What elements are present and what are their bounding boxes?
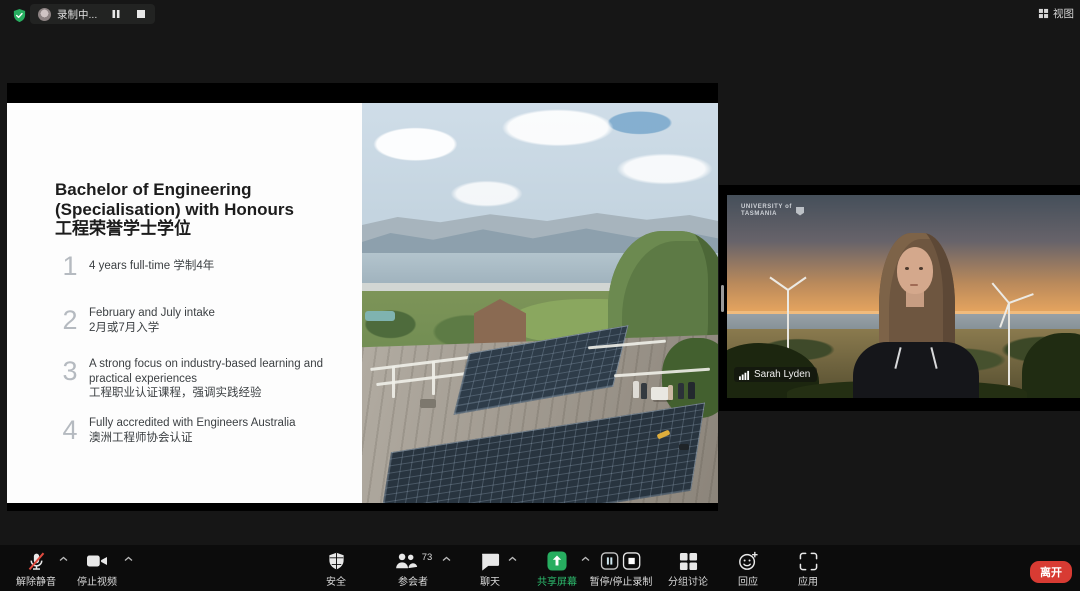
apps-brackets-icon [799, 552, 818, 571]
view-label: 视图 [1053, 6, 1074, 21]
shared-screen: Bachelor of Engineering (Specialisation)… [7, 83, 718, 511]
item-number: 3 [55, 357, 85, 401]
zoom-meeting-window: 录制中... 视图 Bachelor of Engineering (Speci… [0, 0, 1080, 591]
stop-video-button[interactable]: 停止视频 [77, 551, 117, 588]
breakout-rooms-button[interactable]: 分组讨论 [668, 551, 708, 588]
photo-person [678, 383, 684, 399]
participant-face [897, 247, 933, 294]
smiley-plus-icon [738, 551, 758, 571]
photo-person [688, 382, 695, 399]
participants-count: 73 [422, 552, 433, 563]
chat-bubble-icon [480, 552, 501, 571]
pause-stop-recording-button[interactable]: 暂停/停止录制 [590, 551, 653, 588]
slide-title-line1: Bachelor of Engineering [55, 180, 294, 200]
photo-roof-vent [420, 399, 436, 408]
view-button[interactable]: 视图 [1034, 5, 1078, 22]
stop-record-icon [623, 552, 641, 570]
audio-level-bars-icon [739, 370, 750, 380]
participants-button[interactable]: 73 参会者 [394, 551, 433, 588]
chat-button[interactable]: 聊天 [480, 551, 501, 588]
photo-pool [365, 311, 395, 321]
meeting-toolbar: 解除静音 停止视频 安全 [0, 545, 1080, 591]
item-number: 4 [55, 416, 85, 445]
reactions-button[interactable]: 回应 [738, 551, 758, 588]
slide-item-2: 2 February and July intake 2月或7月入学 [55, 306, 215, 335]
video-options-chevron[interactable] [124, 556, 133, 562]
slide-item-4: 4 Fully accredited with Engineers Austra… [55, 416, 295, 445]
item-number: 2 [55, 306, 85, 335]
apps-button[interactable]: 应用 [798, 551, 818, 588]
slide-photo-rooftop-solar [362, 103, 718, 503]
slide-text-panel: Bachelor of Engineering (Specialisation)… [7, 103, 362, 503]
item-number: 1 [55, 252, 85, 280]
video-thumbnail-panel: UNIVERSITY of TASMANIA Sarah Lyden [719, 185, 1080, 411]
share-screen-icon [547, 551, 567, 571]
photo-person [641, 383, 647, 399]
security-shield-icon [327, 551, 346, 571]
university-crest-icon [796, 207, 804, 216]
participants-icon [394, 551, 418, 571]
university-logo: UNIVERSITY of TASMANIA [741, 204, 804, 218]
unmute-button[interactable]: 解除静音 [16, 551, 56, 588]
participant-nameplate: Sarah Lyden [734, 367, 817, 382]
video-panel-collapse-handle[interactable] [721, 285, 724, 312]
slide-title: Bachelor of Engineering (Specialisation)… [55, 180, 294, 239]
view-grid-icon [1038, 8, 1049, 19]
mic-options-chevron[interactable] [59, 556, 68, 562]
slide-title-line3: 工程荣誉学士学位 [55, 219, 294, 239]
photo-person [633, 381, 639, 398]
photo-ac-unit [651, 387, 669, 400]
participant-name: Sarah Lyden [754, 369, 810, 380]
share-screen-button[interactable]: 共享屏幕 [537, 551, 577, 588]
security-button[interactable]: 安全 [326, 551, 346, 588]
stop-recording-button[interactable] [134, 8, 147, 21]
camera-icon [86, 551, 108, 571]
chat-options-chevron[interactable] [508, 556, 517, 562]
photo-person [668, 385, 673, 400]
leave-meeting-button[interactable]: 离开 [1030, 561, 1072, 583]
slide-title-line2: (Specialisation) with Honours [55, 200, 294, 220]
pause-icon [111, 9, 121, 19]
slide-item-1: 1 4 years full-time 学制4年 [55, 252, 214, 280]
breakout-grid-icon [679, 552, 698, 571]
mic-muted-icon [26, 551, 47, 572]
participant-body [853, 342, 979, 398]
pause-recording-button[interactable] [109, 8, 122, 21]
recording-indicator: 录制中... [30, 4, 155, 24]
participants-options-chevron[interactable] [442, 556, 451, 562]
host-avatar [38, 8, 51, 21]
presentation-slide: Bachelor of Engineering (Specialisation)… [7, 103, 718, 503]
pause-record-icon [601, 552, 619, 570]
recording-label: 录制中... [57, 7, 97, 22]
wind-turbine-right [1008, 303, 1010, 385]
slide-item-3: 3 A strong focus on industry-based learn… [55, 357, 323, 401]
photo-bag [679, 444, 689, 450]
participant-video[interactable]: UNIVERSITY of TASMANIA Sarah Lyden [727, 195, 1080, 398]
meeting-secure-shield-icon[interactable] [12, 8, 27, 23]
stop-icon [136, 9, 146, 19]
